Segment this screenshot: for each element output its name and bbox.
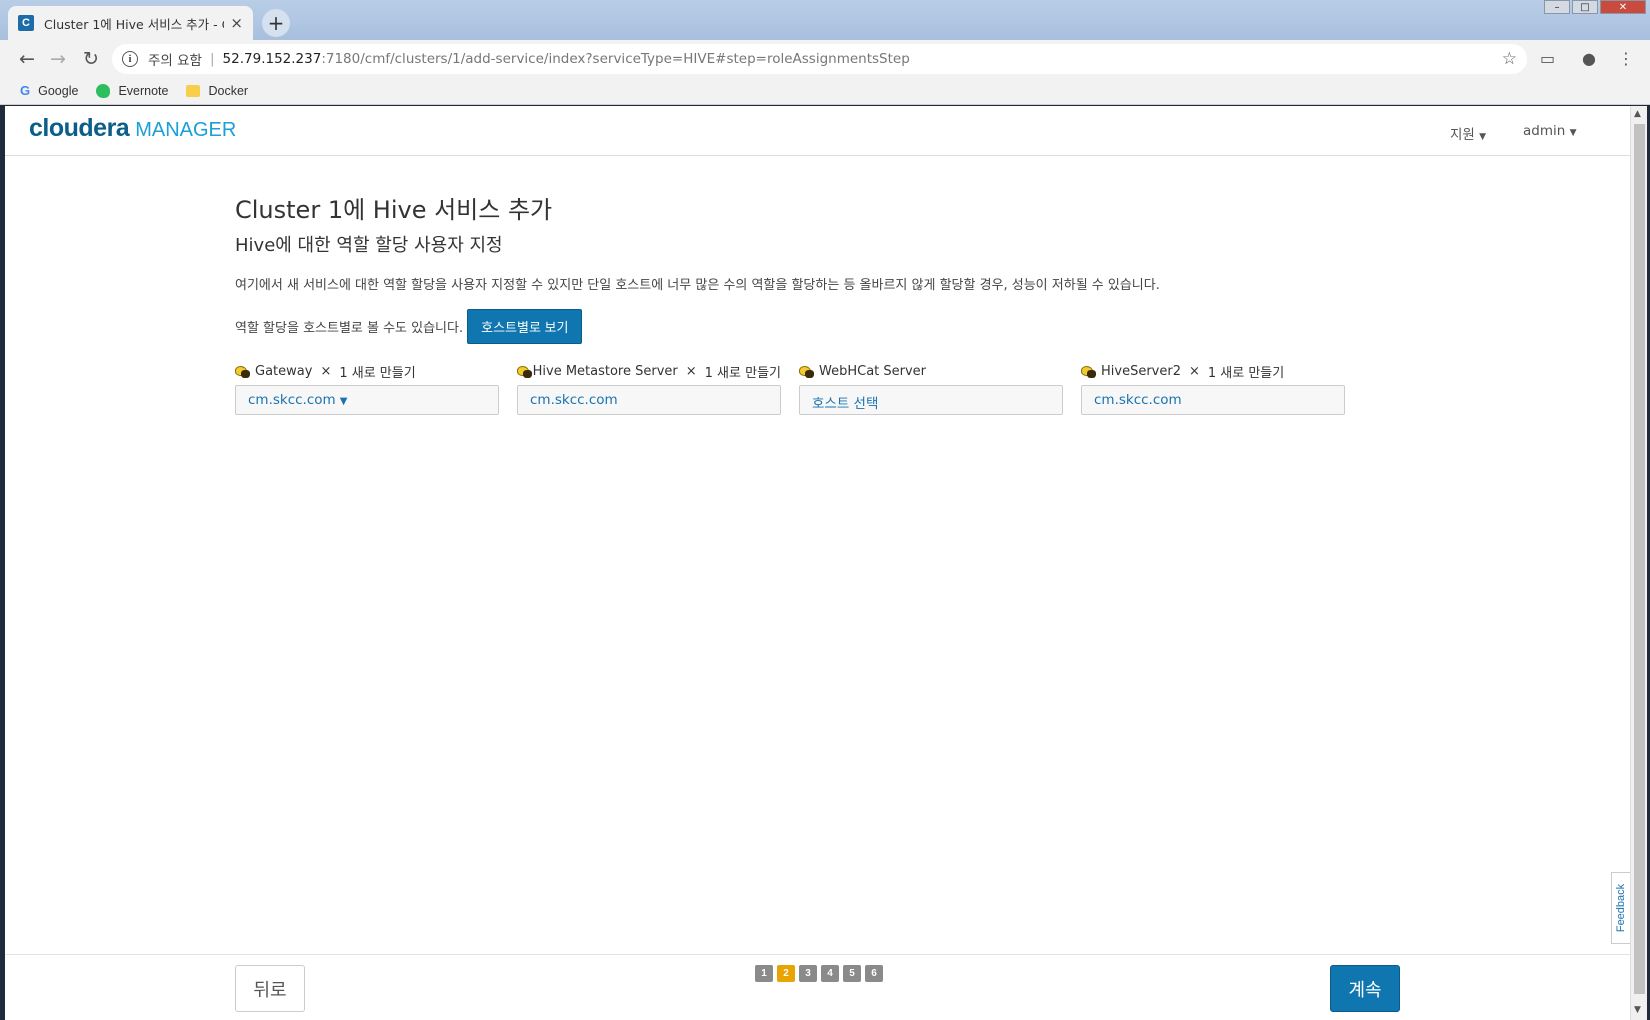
page-description: 여기에서 새 서비스에 대한 역할 할당을 사용자 지정할 수 있지만 단일 호… — [235, 278, 1160, 293]
security-warning[interactable]: 주의 요함 — [148, 49, 202, 69]
view-by-host-text: 역할 할당을 호스트별로 볼 수도 있습니다. — [235, 321, 464, 336]
caret-down-icon: ▼ — [339, 396, 348, 407]
chevron-down-icon: ▼ — [1479, 132, 1487, 142]
cloudera-favicon-icon: C — [18, 15, 34, 31]
hive-bee-icon — [517, 364, 532, 379]
role-name: HiveServer2 — [1101, 363, 1181, 379]
cm-header: cloudera MANAGER 지원 ▼ admin ▼ — [5, 106, 1630, 156]
page-scrollbar[interactable]: ▲ ▼ — [1630, 106, 1647, 1020]
step-1[interactable]: 1 — [755, 965, 773, 982]
wizard-footer: 뒤로 1 2 3 4 5 6 계속 — [5, 954, 1630, 1020]
user-menu-label: admin — [1523, 123, 1566, 139]
role-host-select[interactable]: cm.skcc.com ▼ — [235, 385, 499, 415]
bookmark-google[interactable]: G Google — [20, 83, 78, 98]
page-subtitle: Hive에 대한 역할 할당 사용자 지정 — [235, 235, 503, 256]
role-times: × — [685, 363, 697, 379]
role-host: cm.skcc.com — [530, 392, 618, 408]
role-times: × — [320, 363, 332, 379]
view-by-host-button[interactable]: 호스트별로 보기 — [467, 309, 583, 344]
role-webhcat: WebHCat Server 호스트 선택 — [799, 362, 1063, 415]
minimize-icon[interactable]: – — [1544, 0, 1570, 14]
role-name: WebHCat Server — [819, 363, 927, 379]
tab-close-icon[interactable]: × — [230, 14, 243, 32]
role-count: 1 새로 만들기 — [1207, 365, 1285, 381]
role-host-select[interactable]: cm.skcc.com — [517, 385, 781, 415]
url-host: 52.79.152.237 — [222, 51, 322, 67]
role-label: Gateway × 1 새로 만들기 — [235, 362, 499, 381]
role-host: cm.skcc.com — [248, 392, 336, 408]
bookmark-label: Evernote — [118, 83, 169, 98]
role-host-select[interactable]: 호스트 선택 — [799, 385, 1063, 415]
page-title: Cluster 1에 Hive 서비스 추가 — [235, 196, 553, 224]
role-host: cm.skcc.com — [1094, 392, 1182, 408]
role-times: × — [1188, 363, 1200, 379]
step-5[interactable]: 5 — [843, 965, 861, 982]
reload-icon[interactable]: ↻ — [80, 48, 102, 70]
role-count: 1 새로 만들기 — [339, 365, 416, 381]
bookmark-evernote[interactable]: Evernote — [96, 83, 169, 98]
feedback-label: Feedback — [1615, 883, 1628, 933]
step-3[interactable]: 3 — [799, 965, 817, 982]
scroll-up-icon[interactable]: ▲ — [1634, 109, 1641, 119]
role-label: Hive Metastore Server × 1 새로 만들기 — [517, 362, 781, 381]
role-hive-metastore: Hive Metastore Server × 1 새로 만들기 cm.skcc… — [517, 362, 781, 415]
view-by-host-row: 역할 할당을 호스트별로 볼 수도 있습니다. 호스트별로 보기 — [235, 309, 583, 344]
bookmark-label: Google — [38, 83, 79, 98]
address-bar[interactable]: i 주의 요함 | 52.79.152.237 :7180/cmf/cluste… — [112, 44, 1527, 74]
feedback-tab[interactable]: Feedback — [1611, 872, 1631, 944]
role-name: Hive Metastore Server — [532, 363, 678, 379]
role-hiveserver2: HiveServer2 × 1 새로 만들기 cm.skcc.com — [1081, 362, 1345, 415]
role-host: 호스트 선택 — [812, 396, 879, 412]
browser-toolbar: ← → ↻ i 주의 요함 | 52.79.152.237 :7180/cmf/… — [0, 40, 1650, 77]
bookmark-docker[interactable]: Docker — [186, 84, 248, 98]
forward-arrow-icon[interactable]: → — [47, 48, 69, 70]
step-2[interactable]: 2 — [777, 965, 795, 982]
scrollbar-thumb[interactable] — [1634, 124, 1645, 994]
role-gateway: Gateway × 1 새로 만들기 cm.skcc.com ▼ — [235, 362, 499, 415]
url-path: :7180/cmf/clusters/1/add-service/index?s… — [321, 51, 910, 67]
role-count: 1 새로 만들기 — [704, 365, 781, 381]
cloudera-manager-logo[interactable]: cloudera MANAGER — [29, 114, 236, 143]
menu-dots-icon[interactable]: ⋮ — [1618, 49, 1634, 68]
support-menu[interactable]: 지원 ▼ — [1450, 123, 1486, 143]
info-icon[interactable]: i — [122, 51, 138, 67]
role-label: HiveServer2 × 1 새로 만들기 — [1081, 362, 1345, 381]
google-icon: G — [20, 83, 31, 98]
cast-icon[interactable]: ▭ — [1540, 49, 1555, 68]
step-6[interactable]: 6 — [865, 965, 883, 982]
bookmark-star-icon[interactable]: ☆ — [1502, 49, 1517, 69]
profile-icon[interactable]: ● — [1582, 49, 1596, 68]
scroll-down-icon[interactable]: ▼ — [1634, 1005, 1641, 1015]
back-arrow-icon[interactable]: ← — [16, 48, 38, 70]
browser-tab[interactable]: C Cluster 1에 Hive 서비스 추가 - C × — [8, 6, 253, 40]
window-close-icon[interactable]: ✕ — [1600, 0, 1646, 14]
new-tab-button[interactable]: + — [262, 9, 290, 37]
role-host-select[interactable]: cm.skcc.com — [1081, 385, 1345, 415]
hive-bee-icon — [1081, 364, 1097, 379]
support-menu-label: 지원 — [1450, 127, 1475, 143]
bookmark-label: Docker — [208, 83, 249, 98]
maximize-icon[interactable]: □ — [1572, 0, 1598, 14]
logo-product: MANAGER — [135, 119, 237, 141]
omnibox-separator: | — [209, 51, 215, 67]
hive-bee-icon — [235, 364, 251, 379]
logo-brand: cloudera — [29, 114, 130, 142]
back-button[interactable]: 뒤로 — [235, 965, 305, 1012]
bookmarks-bar: G Google Evernote Docker — [0, 77, 1650, 105]
chevron-down-icon: ▼ — [1569, 128, 1577, 138]
folder-icon — [186, 84, 201, 97]
continue-button[interactable]: 계속 — [1330, 965, 1400, 1012]
page-viewport: cloudera MANAGER 지원 ▼ admin ▼ Cluster 1에 … — [5, 106, 1631, 1020]
tab-title: Cluster 1에 Hive 서비스 추가 - C — [44, 16, 224, 32]
step-4[interactable]: 4 — [821, 965, 839, 982]
role-name: Gateway — [255, 363, 313, 379]
role-label: WebHCat Server — [799, 362, 1063, 380]
wizard-steps: 1 2 3 4 5 6 — [755, 965, 883, 982]
user-menu[interactable]: admin ▼ — [1523, 123, 1577, 139]
browser-titlebar: C Cluster 1에 Hive 서비스 추가 - C × + – □ ✕ — [0, 0, 1650, 40]
evernote-icon — [96, 83, 111, 98]
hive-bee-icon — [799, 364, 815, 379]
